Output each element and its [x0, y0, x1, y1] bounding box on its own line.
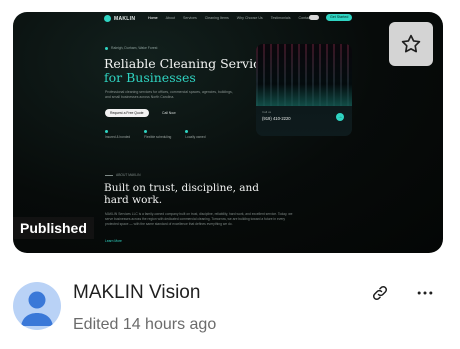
about-kicker: ABOUT MAKLIN: [105, 173, 141, 177]
star-button[interactable]: [389, 22, 433, 66]
more-options-button[interactable]: [414, 282, 436, 304]
hero-stats: Insured & bonded Flexible scheduling Loc…: [105, 130, 205, 139]
hero-quote-button: Request a Free Quote: [105, 109, 149, 117]
hero-title-accent: for Businesses: [104, 70, 196, 85]
office-floor-reflection: [256, 84, 352, 106]
site-nav-link: Cleaning Items: [204, 16, 229, 20]
more-horizontal-icon: [417, 291, 433, 295]
stat-dot-icon: [185, 130, 189, 133]
theme-toggle: [309, 15, 319, 20]
hero-description: Professional cleaning services for offic…: [105, 90, 233, 99]
site-nav-link: Why Choose Us: [236, 16, 263, 20]
about-text: MAKLIN Services LLC is a family-owned co…: [105, 212, 293, 226]
hero-stat-label: Flexible scheduling: [144, 135, 172, 139]
site-nav-link: Testimonials: [270, 16, 291, 20]
link-icon: [372, 285, 388, 301]
logo-mark-icon: [104, 15, 111, 22]
hero-kicker: Raleigh, Durham, Wake Forest: [105, 46, 157, 50]
hero-stat-label: Insured & bonded: [105, 135, 131, 139]
site-nav: MAKLIN Home About Services Cleaning Item…: [13, 12, 443, 26]
site-logo: MAKLIN: [104, 15, 135, 22]
arrow-right-icon: →: [336, 113, 344, 121]
hero-stat-label: Locally owned: [185, 135, 206, 139]
hero-title: Reliable Cleaning Services: [104, 56, 274, 71]
hero-stat: Locally owned: [185, 130, 205, 139]
stat-dot-icon: [144, 130, 148, 133]
user-avatar-icon: [21, 291, 53, 326]
project-title[interactable]: MAKLIN Vision: [73, 282, 200, 304]
site-logo-text: MAKLIN: [114, 15, 136, 22]
hero-call-button: Call Now: [162, 111, 176, 115]
hero-stat: Flexible scheduling: [144, 130, 171, 139]
hero-stat: Insured & bonded: [105, 130, 130, 139]
site-nav-cta: Get Started: [326, 14, 353, 21]
star-icon: [401, 34, 421, 53]
site-nav-link: Services: [183, 16, 197, 20]
project-edited-time: Edited 14 hours ago: [73, 316, 217, 333]
avatar: [13, 282, 61, 330]
site-nav-links: Home About Services Cleaning Items Why C…: [148, 16, 311, 20]
site-nav-link: Home: [148, 16, 158, 20]
about-more-link: Learn More: [105, 239, 122, 243]
image-card-label: Call us: [262, 110, 272, 114]
stat-dot-icon: [105, 130, 108, 133]
published-badge: Published: [13, 217, 94, 239]
hero-image-card: Call us (919) 410-2220 →: [256, 44, 352, 136]
copy-link-button[interactable]: [369, 282, 391, 304]
site-nav-link: About: [165, 16, 175, 20]
about-title: Built on trust, discipline, and hard wor…: [104, 182, 259, 206]
image-card-phone: (919) 410-2220: [262, 116, 291, 121]
